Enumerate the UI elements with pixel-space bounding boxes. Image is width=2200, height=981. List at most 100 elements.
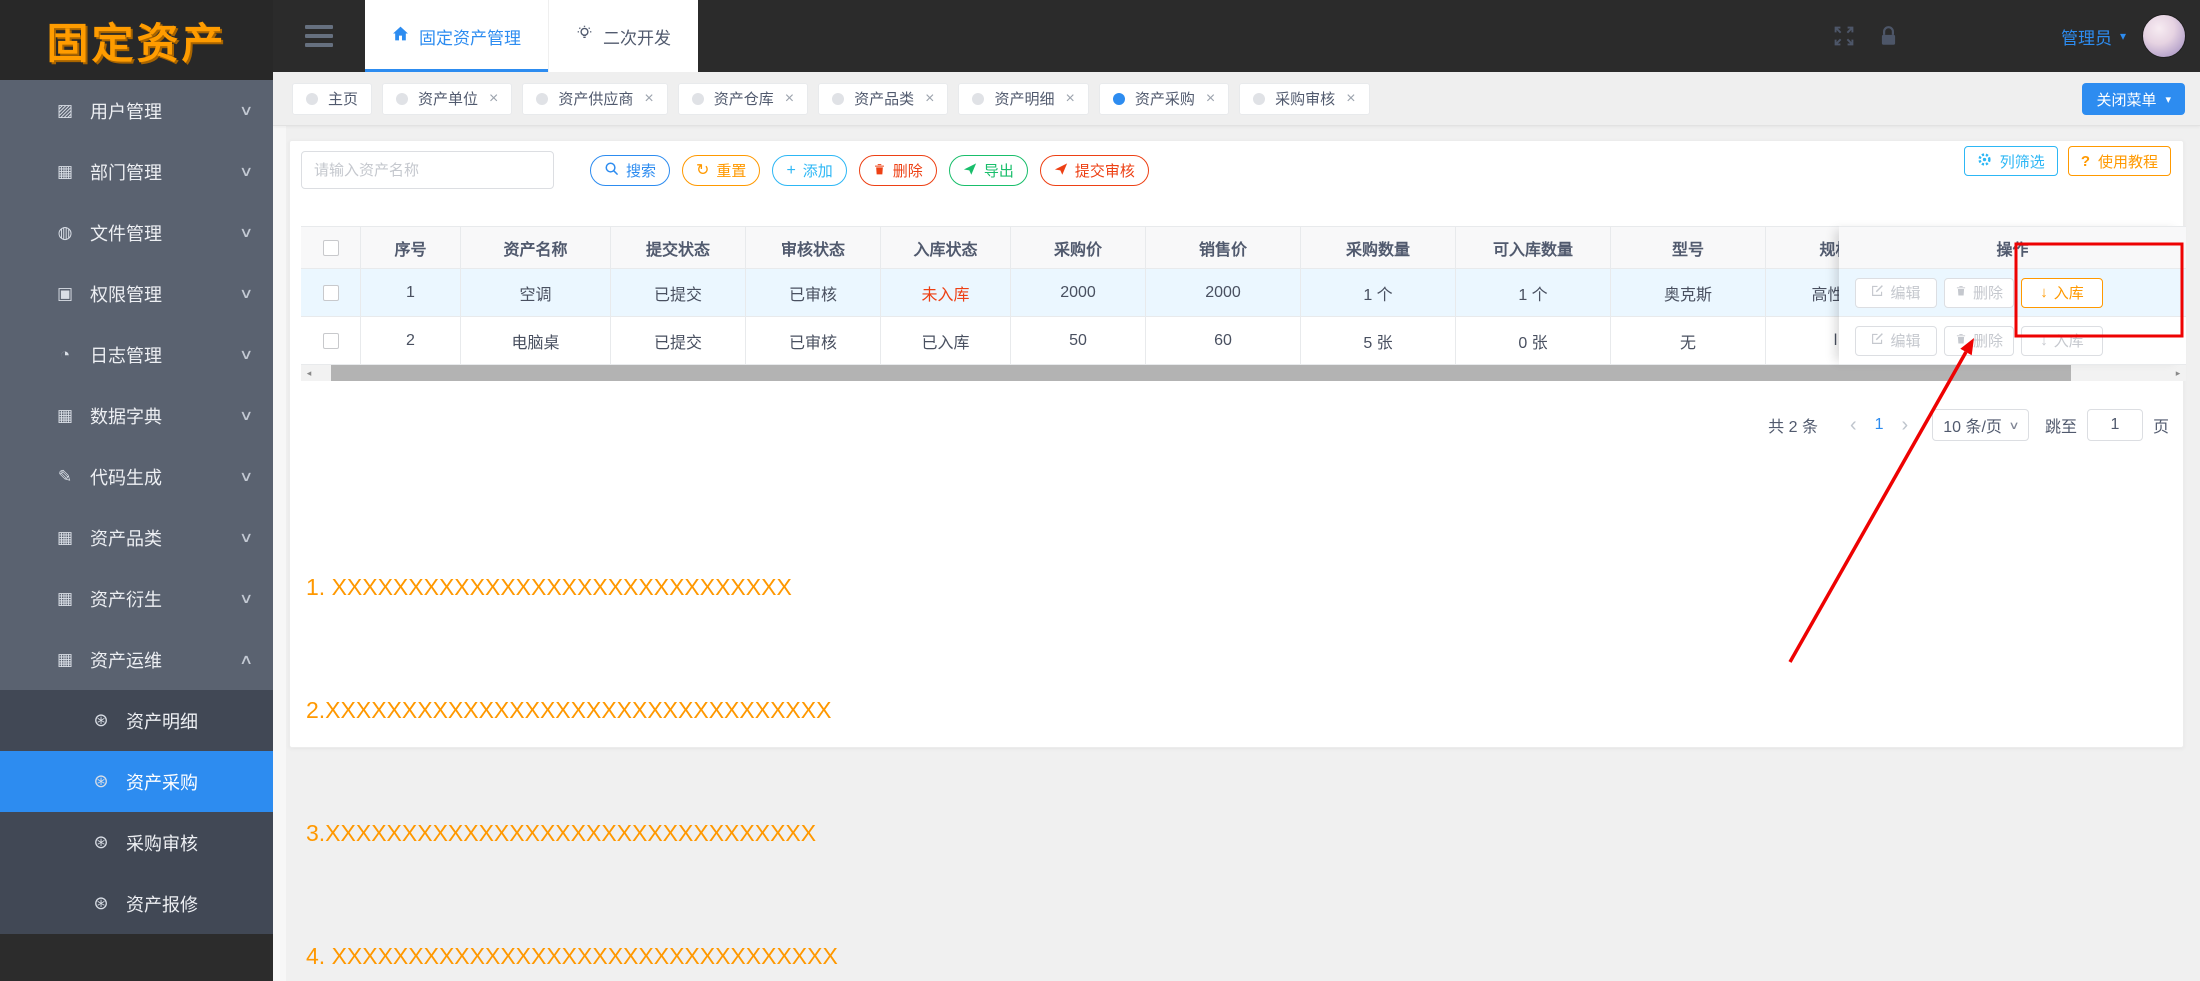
hamburger-menu-icon[interactable] [273,0,365,72]
page-size-select[interactable]: 10 条/页 ∨ [1932,409,2029,441]
chevron-down-icon: ∨ [238,590,254,606]
arrow-down-icon: ↓ [2040,332,2048,349]
note-line: 3.XXXXXXXXXXXXXXXXXXXXXXXXXXXXXXXX [306,820,817,846]
sidebar-item-perm-mgmt[interactable]: ▣ 权限管理 ∨ [0,263,273,324]
close-menu-button[interactable]: 关闭菜单 ▾ [2082,83,2185,115]
tag-label: 资产单位 [418,91,479,108]
sidebar-item-asset-category[interactable]: ▦ 资产品类 ∨ [0,507,273,568]
reset-button[interactable]: ↻ 重置 [682,155,761,186]
avatar[interactable] [2142,14,2186,58]
sidebar-item-label: 资产明细 [126,711,198,732]
export-button[interactable]: 导出 [948,155,1028,186]
chevron-down-icon: ∨ [238,102,254,118]
aperture-icon: ⊛ [93,832,109,852]
row-checkbox[interactable] [322,332,339,349]
tag-asset-category[interactable]: 资产品类 × [818,82,949,115]
close-icon[interactable]: × [1206,90,1215,108]
row-actions: 编辑 删除 ↓ 入库 [1839,269,2186,317]
tag-asset-detail[interactable]: 资产明细 × [958,82,1089,115]
close-icon[interactable]: × [644,90,653,108]
sidebar-item-asset-detail[interactable]: ⊛ 资产明细 [0,690,273,751]
submit-audit-button[interactable]: 提交审核 [1039,155,1149,186]
delete-row-button[interactable]: 删除 [1944,277,2014,308]
edit-icon [1871,284,1884,301]
edit-button[interactable]: 编辑 [1855,325,1937,356]
sidebar-item-data-dict[interactable]: ▦ 数据字典 ∨ [0,385,273,446]
sidebar-item-dept-mgmt[interactable]: ▦ 部门管理 ∨ [0,141,273,202]
tab-fixed-asset-mgmt[interactable]: 固定资产管理 [365,0,548,72]
tag-asset-purchase[interactable]: 资产采购 × [1098,82,1230,115]
sidebar-item-log-mgmt[interactable]: ◔ 日志管理 ∨ [0,324,273,385]
tab-secondary-dev[interactable]: 二次开发 [548,0,698,72]
tag-asset-warehouse[interactable]: 资产仓库 × [677,82,809,115]
tag-label: 资产仓库 [713,91,774,108]
close-icon[interactable]: × [925,90,934,108]
inbound-button[interactable]: ↓ 入库 [2021,277,2103,308]
send-icon [1054,162,1068,180]
search-input[interactable] [301,151,554,189]
cell-sale-price: 2000 [1146,269,1301,317]
scroll-left-icon[interactable]: ◂ [301,365,317,381]
tag-dot-icon [536,92,549,105]
add-button[interactable]: + 添加 [772,155,847,186]
cell-storable-qty: 0 张 [1456,317,1611,365]
jump-page-input[interactable] [2086,409,2143,441]
user-menu[interactable]: 管理员 ▾ [2061,24,2126,49]
column-filter-button[interactable]: 列筛选 [1963,146,2058,176]
tag-asset-supplier[interactable]: 资产供应商 × [522,82,668,115]
fullscreen-icon[interactable] [1832,24,1856,48]
sidebar-item-label: 日志管理 [90,345,162,366]
sidebar-item-label: 部门管理 [90,162,162,183]
lock-icon[interactable] [1878,25,1899,47]
sidebar-item-code-gen[interactable]: ✎ 代码生成 ∨ [0,446,273,507]
col-audit-status: 审核状态 [746,226,881,269]
delete-button[interactable]: 删除 [858,155,937,186]
inbound-button[interactable]: ↓ 入库 [2021,325,2103,356]
col-asset-name: 资产名称 [461,226,611,269]
prev-page-icon[interactable]: ‹ [1840,414,1867,437]
sidebar-item-label: 采购审核 [126,833,198,854]
sidebar-item-asset-ops[interactable]: ▦ 资产运维 ∧ [0,629,273,690]
sidebar-item-asset-derive[interactable]: ▦ 资产衍生 ∨ [0,568,273,629]
sidebar-item-asset-repair[interactable]: ⊛ 资产报修 [0,873,273,934]
delete-row-button[interactable]: 删除 [1944,325,2014,356]
sidebar-item-user-mgmt[interactable]: ▨ 用户管理 ∨ [0,80,273,141]
tag-home[interactable]: 主页 [292,82,373,115]
close-icon[interactable]: × [1065,90,1074,108]
tag-label: 主页 [328,91,359,108]
tag-label: 资产品类 [854,91,915,108]
cell-storable-qty: 1 个 [1456,269,1611,317]
sidebar-item-label: 资产报修 [126,894,198,915]
next-page-icon[interactable]: › [1892,414,1919,437]
search-button[interactable]: 搜索 [590,155,671,186]
cell-purchase-qty: 1 个 [1301,269,1456,317]
refresh-icon: ↻ [696,161,710,179]
horizontal-scrollbar[interactable]: ◂ ▸ [301,365,2186,381]
trash-icon [1955,332,1967,349]
sidebar-item-file-mgmt[interactable]: ◍ 文件管理 ∨ [0,202,273,263]
tutorial-button[interactable]: ? 使用教程 [2067,146,2171,176]
sidebar-item-asset-purchase[interactable]: ⊛ 资产采购 [0,751,273,812]
edit-button[interactable]: 编辑 [1855,277,1937,308]
tag-dot-icon [1253,92,1266,105]
sidebar-item-label: 代码生成 [90,467,162,488]
sidebar-item-label: 资产运维 [90,650,162,671]
cell-asset-name: 电脑桌 [461,317,611,365]
close-icon[interactable]: × [489,90,498,108]
note-line: 4. XXXXXXXXXXXXXXXXXXXXXXXXXXXXXXXXX [306,943,838,969]
cell-sale-price: 60 [1146,317,1301,365]
sidebar-item-label: 资产品类 [90,528,162,549]
select-all-checkbox[interactable] [322,239,339,256]
row-checkbox[interactable] [322,284,339,301]
scrollbar-thumb[interactable] [331,365,2071,381]
tag-asset-unit[interactable]: 资产单位 × [382,82,513,115]
close-icon[interactable]: × [1346,90,1355,108]
tag-purchase-audit[interactable]: 采购审核 × [1239,82,1370,115]
scroll-right-icon[interactable]: ▸ [2170,365,2186,381]
tag-dot-icon [691,92,704,105]
globe-icon: ◍ [57,222,73,242]
sidebar-item-purchase-audit[interactable]: ⊛ 采购审核 [0,812,273,873]
page-number[interactable]: 1 [1867,416,1892,434]
close-icon[interactable]: × [785,90,794,108]
chevron-down-icon: ∨ [238,529,254,545]
